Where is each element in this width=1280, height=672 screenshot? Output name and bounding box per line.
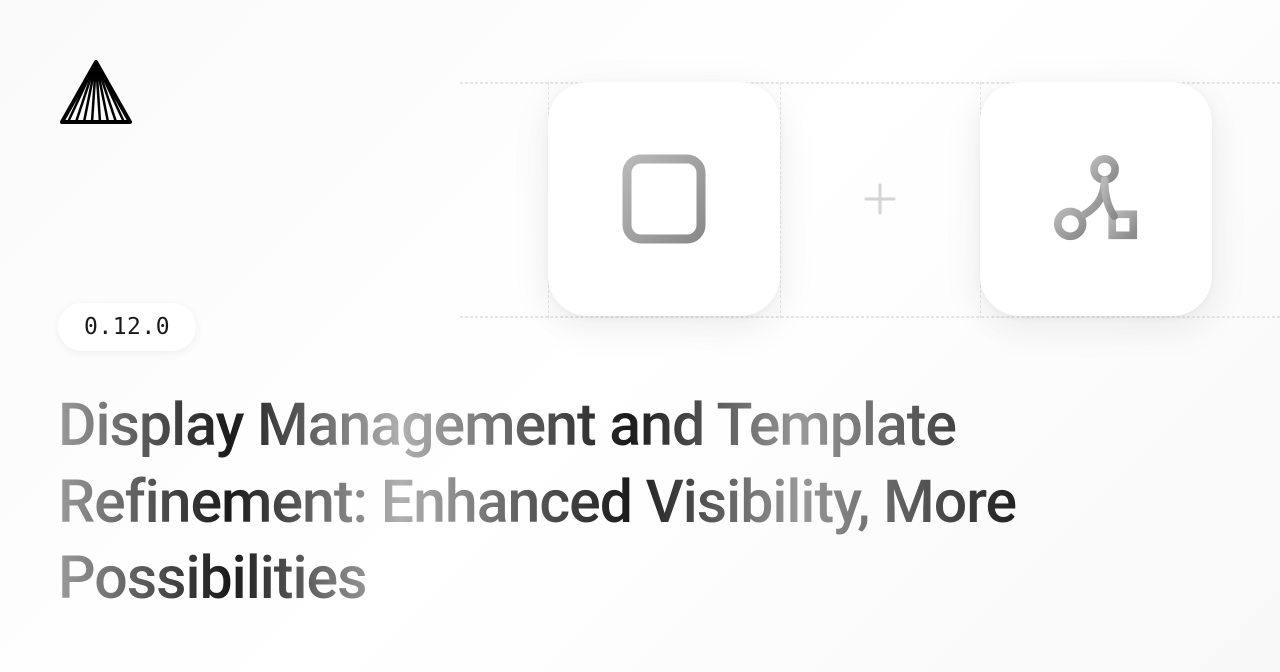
- branch-icon: [1053, 153, 1139, 245]
- document-icon: [621, 153, 707, 245]
- feature-tiles: [548, 82, 1212, 316]
- version-badge: 0.12.0: [58, 303, 196, 351]
- plus-icon: [862, 181, 898, 217]
- plus-connector: [780, 82, 980, 316]
- logo-icon: [58, 58, 134, 128]
- document-tile: [548, 82, 780, 316]
- branch-tile: [980, 82, 1212, 316]
- page-heading: Display Management and Template Refineme…: [58, 388, 1200, 618]
